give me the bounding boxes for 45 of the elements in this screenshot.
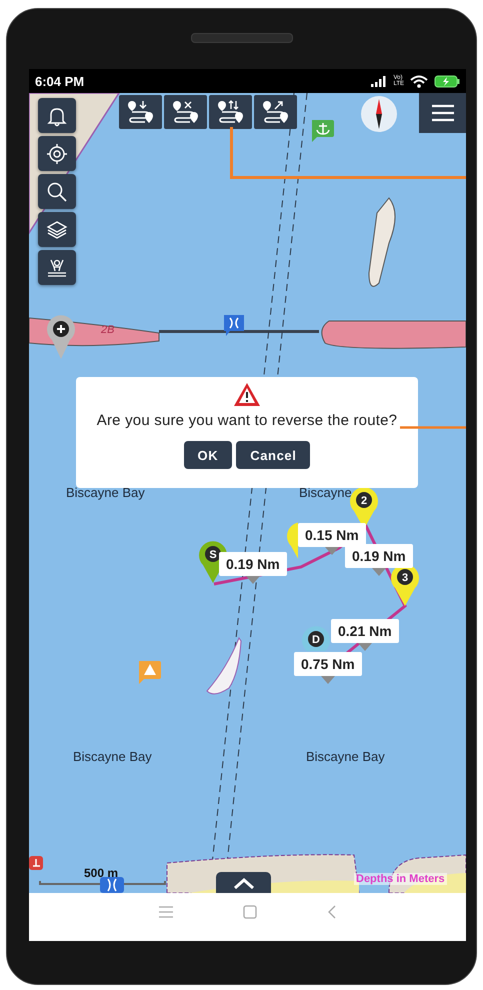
route-icon [216, 100, 244, 124]
status-time: 6:04 PM [35, 74, 84, 88]
place-label: Biscayne Bay [66, 485, 145, 500]
dialog-button[interactable]: OK [184, 441, 232, 469]
battery-icon [434, 74, 460, 88]
route-tool-button[interactable] [254, 95, 297, 129]
chevron-up-icon [232, 876, 254, 888]
menu-button[interactable] [419, 93, 466, 133]
bridge-marker-icon [222, 313, 246, 337]
route-tool-button[interactable] [209, 95, 252, 129]
leader-line [400, 426, 466, 429]
wifi-icon [410, 74, 428, 88]
anchor-marker-icon [309, 118, 335, 142]
signal-icon [371, 76, 388, 86]
dialog-message: Are you sure you want to reverse the route? [96, 412, 398, 429]
route-icon [172, 100, 200, 124]
compass-icon[interactable] [360, 95, 398, 133]
map-tool-button[interactable] [38, 98, 76, 133]
menu-icon [430, 104, 454, 122]
map-tool-button[interactable] [38, 250, 76, 285]
map-tool-button[interactable] [38, 136, 76, 171]
warning-icon [233, 382, 261, 407]
hazard-marker-icon [136, 659, 162, 685]
distance-label: 0.75 Nm [294, 652, 362, 684]
distance-label: 0.21 Nm [331, 619, 399, 651]
route-icon [126, 100, 154, 124]
place-label: Biscayne Bay [73, 749, 152, 764]
layers-icon [46, 218, 68, 240]
route-icon [262, 100, 290, 124]
depth-units-label: Depths in Meters [354, 873, 447, 885]
search-icon [46, 180, 68, 202]
route-tool-button[interactable] [164, 95, 207, 129]
place-label: Biscayne Bay [306, 749, 385, 764]
expand-button[interactable] [216, 872, 271, 893]
dialog-button[interactable]: Cancel [236, 441, 310, 469]
place-label: Biscayne [299, 485, 352, 500]
map-tool-button[interactable] [38, 174, 76, 209]
area-label: 2B [101, 324, 114, 336]
scale-label: 500 m [84, 866, 118, 880]
locate-icon [46, 142, 68, 164]
map-tool-button[interactable] [38, 212, 76, 247]
add-pin-icon[interactable] [46, 314, 76, 360]
distance-label: 0.19 Nm [219, 552, 287, 584]
route-tool-button[interactable] [119, 95, 162, 129]
marker-icon [29, 856, 44, 872]
